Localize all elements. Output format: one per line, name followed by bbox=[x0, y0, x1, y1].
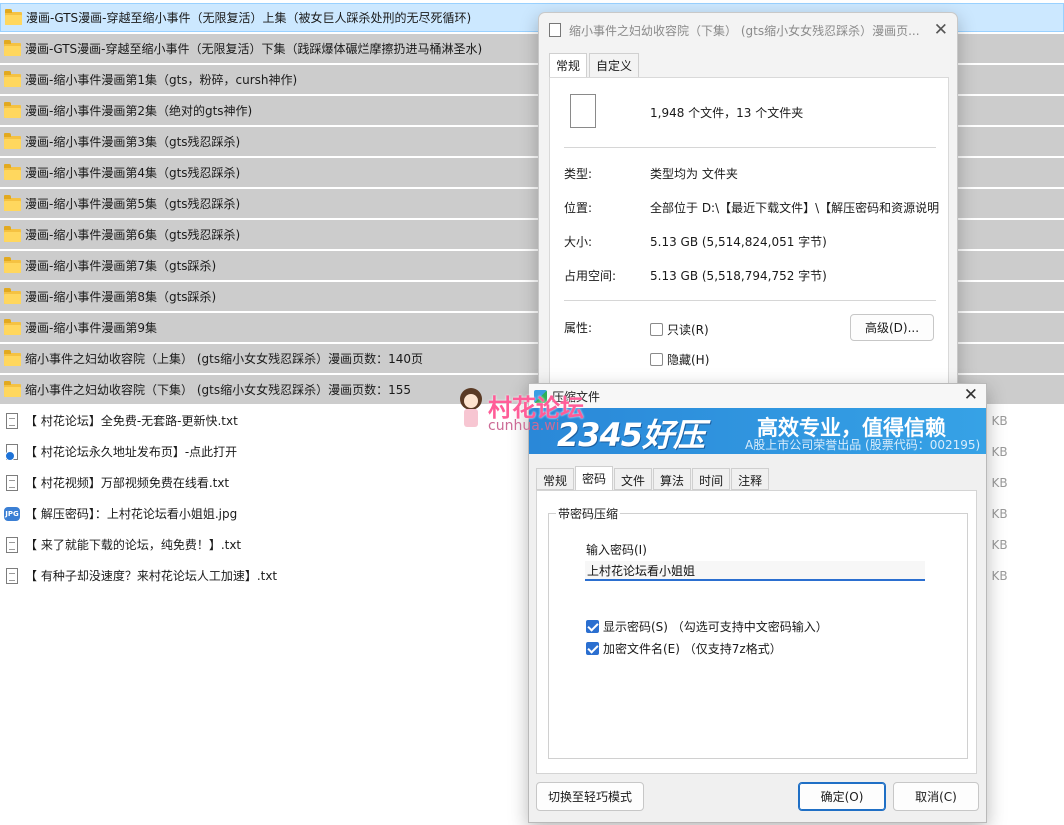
disk-size-value: 5.13 GB (5,518,794,752 字节) bbox=[650, 269, 827, 283]
password-input[interactable] bbox=[585, 561, 925, 581]
folder-icon bbox=[4, 39, 22, 57]
checkbox-box[interactable] bbox=[650, 323, 663, 336]
file-name: 漫画-缩小事件漫画第2集（绝对的gts神作) bbox=[25, 104, 253, 118]
compress-title: 压缩文件 bbox=[552, 389, 601, 404]
group-title: 带密码压缩 bbox=[556, 505, 621, 522]
text-file-icon bbox=[4, 412, 22, 429]
encrypt-filenames-checkbox[interactable]: 加密文件名(E) （仅支持7z格式） bbox=[586, 640, 782, 657]
tab-custom[interactable]: 自定义 bbox=[589, 53, 640, 78]
file-name: 漫画-缩小事件漫画第8集（gts踩杀) bbox=[25, 290, 217, 304]
brand-banner: 2345好压 高效专业，值得信赖 A股上市公司荣誉出品 (股票代码：002195… bbox=[529, 408, 986, 454]
tab-general[interactable]: 常规 bbox=[536, 468, 575, 490]
document-icon bbox=[549, 23, 561, 37]
file-name: 漫画-缩小事件漫画第9集 bbox=[25, 321, 157, 335]
folder-icon bbox=[4, 287, 22, 305]
tab-files[interactable]: 文件 bbox=[614, 468, 653, 490]
properties-tabs: 常规 自定义 bbox=[549, 53, 641, 78]
folder-icon bbox=[4, 349, 22, 367]
file-name: 【 来了就能下载的论坛，纯免费！】.txt bbox=[25, 538, 242, 552]
show-password-label: 显示密码(S) （勾选可支持中文密码输入） bbox=[603, 620, 828, 634]
properties-title: 缩小事件之妇幼收容院（下集） (gts缩小女女残忍踩杀）漫画页... bbox=[569, 23, 919, 38]
folder-icon bbox=[4, 163, 22, 181]
text-file-icon bbox=[4, 474, 22, 491]
file-name: 缩小事件之妇幼收容院（上集） (gts缩小女女残忍踩杀）漫画页数：140页 bbox=[25, 352, 423, 366]
tab-time[interactable]: 时间 bbox=[692, 468, 731, 490]
encrypt-filenames-label: 加密文件名(E) （仅支持7z格式） bbox=[603, 642, 782, 656]
folder-icon bbox=[4, 101, 22, 119]
compress-dialog: 压缩文件 ✕ 2345好压 高效专业，值得信赖 A股上市公司荣誉出品 (股票代码… bbox=[528, 383, 987, 823]
ok-button[interactable]: 确定(O) bbox=[798, 782, 886, 811]
divider bbox=[564, 147, 936, 148]
compress-tabs: 常规 密码 文件 算法 时间 注释 bbox=[536, 466, 770, 490]
web-link-icon bbox=[4, 443, 22, 461]
folder-icon bbox=[4, 256, 22, 274]
readonly-label: 只读(R) bbox=[667, 323, 709, 337]
readonly-checkbox[interactable]: 只读(R) bbox=[650, 321, 709, 338]
close-icon[interactable]: ✕ bbox=[964, 385, 978, 405]
file-name: 漫画-缩小事件漫画第6集（gts残忍踩杀) bbox=[25, 228, 241, 242]
size-value: 5.13 GB (5,514,824,051 字节) bbox=[650, 235, 827, 249]
file-name: 漫画-GTS漫画-穿越至缩小事件（无限复活）下集（践踩爆体碾烂摩擦扔进马桶淋圣水… bbox=[25, 42, 483, 56]
folder-icon bbox=[4, 318, 22, 336]
tab-comment[interactable]: 注释 bbox=[731, 468, 770, 490]
file-name: 【 有种子却没速度？来村花论坛人工加速】.txt bbox=[25, 569, 278, 583]
file-name: 【 村花视频】万部视频免费在线看.txt bbox=[25, 476, 230, 490]
tab-general[interactable]: 常规 bbox=[549, 53, 588, 78]
tab-algorithm[interactable]: 算法 bbox=[653, 468, 692, 490]
divider bbox=[564, 300, 936, 301]
brand-stock-code: A股上市公司荣誉出品 (股票代码：002195) bbox=[745, 438, 981, 452]
properties-panel: 1,948 个文件，13 个文件夹 类型: 类型均为 文件夹 位置: 全部位于 … bbox=[549, 77, 949, 393]
checkbox-checked-icon[interactable] bbox=[586, 642, 599, 655]
location-label: 位置: bbox=[564, 201, 593, 215]
tab-password[interactable]: 密码 bbox=[575, 466, 614, 490]
hidden-checkbox[interactable]: 隐藏(H) bbox=[650, 351, 709, 368]
show-password-checkbox[interactable]: 显示密码(S) （勾选可支持中文密码输入） bbox=[586, 618, 828, 635]
advanced-button[interactable]: 高级(D)... bbox=[850, 314, 934, 341]
summary-text: 1,948 个文件，13 个文件夹 bbox=[650, 106, 804, 120]
cancel-button[interactable]: 取消(C) bbox=[893, 782, 979, 811]
folder-icon bbox=[5, 8, 23, 26]
disk-size-label: 占用空间: bbox=[564, 269, 617, 283]
attributes-label: 属性: bbox=[564, 321, 593, 335]
folder-icon bbox=[4, 194, 22, 212]
folder-icon bbox=[4, 225, 22, 243]
light-mode-button[interactable]: 切换至轻巧模式 bbox=[536, 782, 644, 811]
file-name: 漫画-缩小事件漫画第1集（gts，粉碎，cursh神作) bbox=[25, 73, 298, 87]
file-name: 【 村花论坛永久地址发布页】-点此打开 bbox=[25, 445, 238, 459]
type-value: 类型均为 文件夹 bbox=[650, 167, 738, 181]
properties-titlebar[interactable]: 缩小事件之妇幼收容院（下集） (gts缩小女女残忍踩杀）漫画页... bbox=[539, 13, 957, 47]
folder-icon bbox=[4, 380, 22, 398]
folder-icon bbox=[4, 70, 22, 88]
file-name: 漫画-缩小事件漫画第5集（gts残忍踩杀) bbox=[25, 197, 241, 211]
checkbox-box[interactable] bbox=[650, 353, 663, 366]
close-icon[interactable]: ✕ bbox=[934, 20, 948, 40]
location-value: 全部位于 D:\【最近下载文件】\【解压密码和资源说明 bbox=[650, 201, 940, 215]
password-panel: 带密码压缩 输入密码(I) 显示密码(S) （勾选可支持中文密码输入） 加密文件… bbox=[536, 490, 977, 774]
file-name: 漫画-缩小事件漫画第7集（gts踩杀) bbox=[25, 259, 217, 273]
multiple-files-icon bbox=[567, 94, 596, 135]
text-file-icon bbox=[4, 567, 22, 584]
file-name: 漫画-缩小事件漫画第3集（gts残忍踩杀) bbox=[25, 135, 241, 149]
checkbox-checked-icon[interactable] bbox=[586, 620, 599, 633]
password-label: 输入密码(I) bbox=[586, 543, 647, 557]
file-name: 【 解压密码】：上村花论坛看小姐姐.jpg bbox=[25, 507, 238, 521]
compress-titlebar[interactable]: 压缩文件 bbox=[529, 384, 986, 408]
folder-icon bbox=[4, 132, 22, 150]
type-label: 类型: bbox=[564, 167, 593, 181]
file-name: 漫画-缩小事件漫画第4集（gts残忍踩杀) bbox=[25, 166, 241, 180]
app-icon bbox=[534, 389, 547, 403]
image-file-icon: JPG bbox=[4, 506, 22, 522]
file-name: 缩小事件之妇幼收容院（下集） (gts缩小女女残忍踩杀）漫画页数：155 bbox=[25, 383, 411, 397]
text-file-icon bbox=[4, 536, 22, 553]
file-name: 漫画-GTS漫画-穿越至缩小事件（无限复活）上集（被女巨人踩杀处刑的无尽死循环) bbox=[26, 11, 472, 25]
file-name: 【 村花论坛】全免费-无套路-更新快.txt bbox=[25, 414, 238, 428]
hidden-label: 隐藏(H) bbox=[667, 353, 710, 367]
properties-dialog: 缩小事件之妇幼收容院（下集） (gts缩小女女残忍踩杀）漫画页... ✕ 常规 … bbox=[538, 12, 958, 393]
brand-logo: 2345好压 bbox=[557, 416, 705, 454]
size-label: 大小: bbox=[564, 235, 593, 249]
